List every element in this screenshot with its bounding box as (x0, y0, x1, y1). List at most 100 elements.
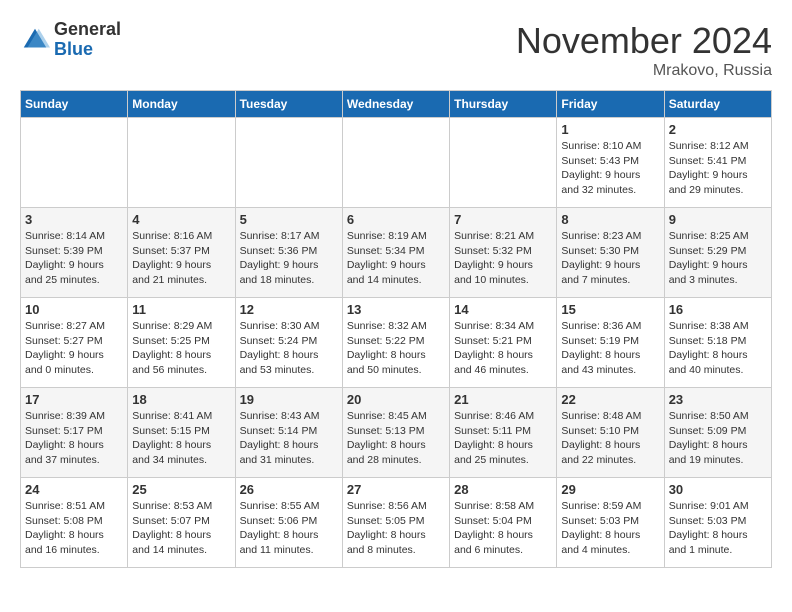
calendar-cell: 18 Sunrise: 8:41 AMSunset: 5:15 PMDayligh… (128, 388, 235, 478)
day-number: 12 (240, 302, 338, 317)
day-number: 10 (25, 302, 123, 317)
day-number: 11 (132, 302, 230, 317)
day-number: 6 (347, 212, 445, 227)
calendar-cell: 21Sunrise: 8:46 AMSunset: 5:11 PMDayligh… (450, 388, 557, 478)
day-info: Sunrise: 8:21 AMSunset: 5:32 PMDaylight:… (454, 229, 552, 288)
week-row-1: 1 Sunrise: 8:10 AMSunset: 5:43 PMDaylight… (21, 118, 772, 208)
logo-blue-text: Blue (54, 40, 121, 60)
calendar-cell: 16 Sunrise: 8:38 AMSunset: 5:18 PMDayligh… (664, 298, 771, 388)
day-info: Sunrise: 8:56 AMSunset: 5:05 PMDaylight:… (347, 499, 445, 558)
header-day-thursday: Thursday (450, 91, 557, 118)
title-block: November 2024 Mrakovo, Russia (516, 20, 772, 80)
header-day-monday: Monday (128, 91, 235, 118)
location: Mrakovo, Russia (516, 62, 772, 80)
day-number: 15 (561, 302, 659, 317)
calendar-cell: 12Sunrise: 8:30 AMSunset: 5:24 PMDayligh… (235, 298, 342, 388)
day-info: Sunrise: 8:17 AMSunset: 5:36 PMDaylight:… (240, 229, 338, 288)
week-row-5: 24 Sunrise: 8:51 AMSunset: 5:08 PMDayligh… (21, 478, 772, 568)
header-row: SundayMondayTuesdayWednesdayThursdayFrid… (21, 91, 772, 118)
header-day-wednesday: Wednesday (342, 91, 449, 118)
day-info: Sunrise: 8:51 AMSunset: 5:08 PMDaylight:… (25, 499, 123, 558)
day-info: Sunrise: 8:16 AMSunset: 5:37 PMDaylight:… (132, 229, 230, 288)
day-info: Sunrise: 9:01 AMSunset: 5:03 PMDaylight:… (669, 499, 767, 558)
day-info: Sunrise: 8:59 AMSunset: 5:03 PMDaylight:… (561, 499, 659, 558)
day-number: 26 (240, 482, 338, 497)
calendar-cell: 8 Sunrise: 8:23 AMSunset: 5:30 PMDaylight… (557, 208, 664, 298)
calendar-cell: 5 Sunrise: 8:17 AMSunset: 5:36 PMDaylight… (235, 208, 342, 298)
page-header: General Blue November 2024 Mrakovo, Russ… (20, 20, 772, 80)
day-info: Sunrise: 8:39 AMSunset: 5:17 PMDaylight:… (25, 409, 123, 468)
calendar-table: SundayMondayTuesdayWednesdayThursdayFrid… (20, 90, 772, 568)
day-number: 19 (240, 392, 338, 407)
week-row-4: 17 Sunrise: 8:39 AMSunset: 5:17 PMDayligh… (21, 388, 772, 478)
day-number: 20 (347, 392, 445, 407)
calendar-cell: 14 Sunrise: 8:34 AMSunset: 5:21 PMDayligh… (450, 298, 557, 388)
calendar-cell: 4Sunrise: 8:16 AMSunset: 5:37 PMDaylight… (128, 208, 235, 298)
calendar-cell (450, 118, 557, 208)
calendar-cell (235, 118, 342, 208)
day-info: Sunrise: 8:58 AMSunset: 5:04 PMDaylight:… (454, 499, 552, 558)
calendar-cell (342, 118, 449, 208)
day-number: 8 (561, 212, 659, 227)
calendar-cell (21, 118, 128, 208)
day-info: Sunrise: 8:29 AMSunset: 5:25 PMDaylight:… (132, 319, 230, 378)
calendar-cell: 19 Sunrise: 8:43 AMSunset: 5:14 PMDayligh… (235, 388, 342, 478)
calendar-cell: 29 Sunrise: 8:59 AMSunset: 5:03 PMDayligh… (557, 478, 664, 568)
day-number: 13 (347, 302, 445, 317)
day-number: 16 (669, 302, 767, 317)
day-number: 9 (669, 212, 767, 227)
day-info: Sunrise: 8:36 AMSunset: 5:19 PMDaylight:… (561, 319, 659, 378)
day-number: 7 (454, 212, 552, 227)
calendar-cell: 9Sunrise: 8:25 AMSunset: 5:29 PMDaylight… (664, 208, 771, 298)
day-info: Sunrise: 8:12 AMSunset: 5:41 PMDaylight:… (669, 139, 767, 198)
day-info: Sunrise: 8:38 AMSunset: 5:18 PMDaylight:… (669, 319, 767, 378)
day-info: Sunrise: 8:34 AMSunset: 5:21 PMDaylight:… (454, 319, 552, 378)
logo-icon (20, 25, 50, 55)
calendar-cell: 3 Sunrise: 8:14 AMSunset: 5:39 PMDaylight… (21, 208, 128, 298)
day-info: Sunrise: 8:32 AMSunset: 5:22 PMDaylight:… (347, 319, 445, 378)
calendar-cell: 10 Sunrise: 8:27 AMSunset: 5:27 PMDayligh… (21, 298, 128, 388)
calendar-cell: 24 Sunrise: 8:51 AMSunset: 5:08 PMDayligh… (21, 478, 128, 568)
day-info: Sunrise: 8:14 AMSunset: 5:39 PMDaylight:… (25, 229, 123, 288)
logo-general-text: General (54, 20, 121, 40)
day-info: Sunrise: 8:27 AMSunset: 5:27 PMDaylight:… (25, 319, 123, 378)
week-row-2: 3 Sunrise: 8:14 AMSunset: 5:39 PMDaylight… (21, 208, 772, 298)
day-number: 21 (454, 392, 552, 407)
day-info: Sunrise: 8:10 AMSunset: 5:43 PMDaylight:… (561, 139, 659, 198)
day-number: 17 (25, 392, 123, 407)
calendar-cell: 15 Sunrise: 8:36 AMSunset: 5:19 PMDayligh… (557, 298, 664, 388)
calendar-cell: 7 Sunrise: 8:21 AMSunset: 5:32 PMDaylight… (450, 208, 557, 298)
header-day-tuesday: Tuesday (235, 91, 342, 118)
day-info: Sunrise: 8:45 AMSunset: 5:13 PMDaylight:… (347, 409, 445, 468)
calendar-cell: 30 Sunrise: 9:01 AMSunset: 5:03 PMDayligh… (664, 478, 771, 568)
calendar-cell: 25 Sunrise: 8:53 AMSunset: 5:07 PMDayligh… (128, 478, 235, 568)
calendar-cell: 28Sunrise: 8:58 AMSunset: 5:04 PMDayligh… (450, 478, 557, 568)
calendar-cell: 17 Sunrise: 8:39 AMSunset: 5:17 PMDayligh… (21, 388, 128, 478)
logo: General Blue (20, 20, 121, 60)
day-info: Sunrise: 8:41 AMSunset: 5:15 PMDaylight:… (132, 409, 230, 468)
calendar-cell: 27 Sunrise: 8:56 AMSunset: 5:05 PMDayligh… (342, 478, 449, 568)
calendar-cell: 22Sunrise: 8:48 AMSunset: 5:10 PMDayligh… (557, 388, 664, 478)
day-number: 29 (561, 482, 659, 497)
day-info: Sunrise: 8:48 AMSunset: 5:10 PMDaylight:… (561, 409, 659, 468)
day-info: Sunrise: 8:55 AMSunset: 5:06 PMDaylight:… (240, 499, 338, 558)
day-info: Sunrise: 8:43 AMSunset: 5:14 PMDaylight:… (240, 409, 338, 468)
day-number: 30 (669, 482, 767, 497)
day-number: 27 (347, 482, 445, 497)
day-number: 14 (454, 302, 552, 317)
day-number: 18 (132, 392, 230, 407)
calendar-cell: 23Sunrise: 8:50 AMSunset: 5:09 PMDayligh… (664, 388, 771, 478)
header-day-saturday: Saturday (664, 91, 771, 118)
day-number: 1 (561, 122, 659, 137)
month-title: November 2024 (516, 20, 772, 62)
day-info: Sunrise: 8:53 AMSunset: 5:07 PMDaylight:… (132, 499, 230, 558)
day-number: 3 (25, 212, 123, 227)
day-number: 25 (132, 482, 230, 497)
day-number: 23 (669, 392, 767, 407)
day-info: Sunrise: 8:23 AMSunset: 5:30 PMDaylight:… (561, 229, 659, 288)
calendar-cell (128, 118, 235, 208)
day-number: 24 (25, 482, 123, 497)
calendar-cell: 6Sunrise: 8:19 AMSunset: 5:34 PMDaylight… (342, 208, 449, 298)
day-number: 5 (240, 212, 338, 227)
calendar-cell: 26 Sunrise: 8:55 AMSunset: 5:06 PMDayligh… (235, 478, 342, 568)
